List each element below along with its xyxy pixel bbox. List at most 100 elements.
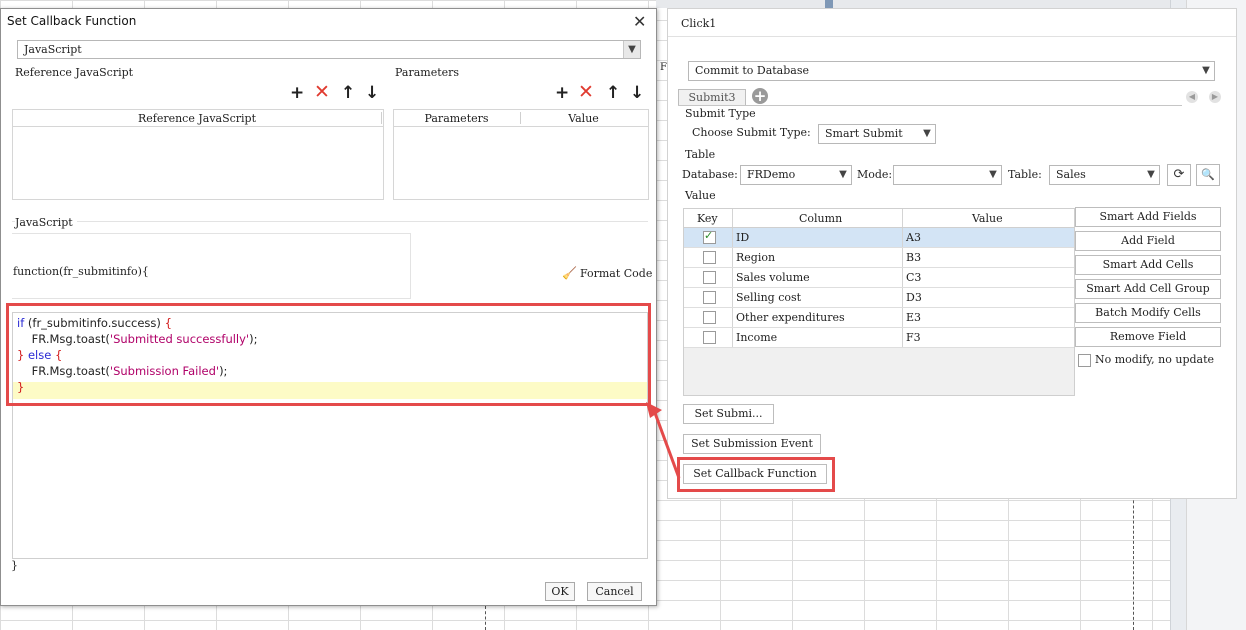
table-row[interactable]: Other expenditures E3 bbox=[684, 308, 1074, 328]
close-icon[interactable]: ✕ bbox=[633, 12, 646, 31]
cancel-button[interactable]: Cancel bbox=[587, 582, 642, 601]
key-checkbox[interactable] bbox=[703, 311, 716, 324]
language-select[interactable]: JavaScript ▼ bbox=[17, 40, 641, 59]
key-checkbox[interactable] bbox=[703, 271, 716, 284]
javascript-section-label: JavaScript bbox=[15, 216, 77, 229]
broom-icon: 🧹 bbox=[562, 266, 577, 280]
smart-add-fields-button[interactable]: Smart Add Fields bbox=[1075, 207, 1221, 227]
function-signature: function(fr_submitinfo){ bbox=[13, 265, 149, 278]
chevron-down-icon[interactable]: ▼ bbox=[1198, 62, 1214, 80]
smart-add-cells-button[interactable]: Smart Add Cells bbox=[1075, 255, 1221, 275]
column-separator bbox=[732, 328, 733, 347]
column-separator bbox=[902, 228, 903, 247]
column-separator bbox=[902, 308, 903, 327]
choose-submit-type-label: Choose Submit Type: bbox=[692, 126, 811, 139]
parameters-table-header: Parameters Value bbox=[394, 110, 648, 127]
table-row[interactable]: Selling cost D3 bbox=[684, 288, 1074, 308]
panel-title: Click1 bbox=[681, 17, 717, 30]
move-up-parameter-icon[interactable]: ↑ bbox=[606, 85, 620, 102]
field-mapping-table[interactable]: Key Column Value ID A3 Region B3 Sales volum… bbox=[683, 208, 1075, 396]
column-separator bbox=[381, 112, 382, 124]
add-parameter-icon[interactable]: + bbox=[555, 85, 569, 102]
column-column-header: Column bbox=[799, 212, 843, 225]
mode-select[interactable]: ▼ bbox=[893, 165, 1002, 185]
background-accent bbox=[825, 0, 833, 8]
chevron-down-icon[interactable]: ▼ bbox=[919, 125, 935, 143]
tab-prev-icon[interactable]: ◀ bbox=[1186, 91, 1198, 103]
refresh-icon[interactable]: ⟳ bbox=[1167, 164, 1191, 186]
value-cell[interactable]: A3 bbox=[906, 231, 921, 244]
code-token: ); bbox=[219, 364, 228, 378]
set-submission-event-button[interactable]: Set Submission Event bbox=[683, 434, 821, 454]
submit-type-value: Smart Submit bbox=[825, 127, 903, 140]
add-field-button[interactable]: Add Field bbox=[1075, 231, 1221, 251]
code-token: { bbox=[164, 316, 172, 330]
set-callback-function-button[interactable]: Set Callback Function bbox=[683, 464, 827, 484]
background-top-strip bbox=[656, 0, 1246, 8]
tab-next-icon[interactable]: ▶ bbox=[1209, 91, 1221, 103]
chevron-down-icon[interactable]: ▼ bbox=[985, 166, 1001, 184]
column-separator bbox=[732, 209, 733, 227]
chevron-down-icon[interactable]: ▼ bbox=[1143, 166, 1159, 184]
column-cell[interactable]: Region bbox=[736, 251, 775, 264]
value-cell[interactable]: C3 bbox=[906, 271, 921, 284]
delete-parameter-icon[interactable]: ✕ bbox=[578, 83, 594, 102]
value-cell[interactable]: E3 bbox=[906, 311, 921, 324]
table-section-label: Table bbox=[685, 148, 716, 161]
submit-type-section-label: Submit Type bbox=[685, 107, 756, 120]
action-type-select[interactable]: Commit to Database ▼ bbox=[688, 61, 1215, 81]
key-checkbox[interactable] bbox=[703, 331, 716, 344]
batch-modify-cells-button[interactable]: Batch Modify Cells bbox=[1075, 303, 1221, 323]
parameters-section-label: Parameters bbox=[395, 66, 460, 79]
callback-dialog: Set Callback Function ✕ JavaScript ▼ Ref… bbox=[0, 8, 657, 606]
table-row[interactable]: Region B3 bbox=[684, 248, 1074, 268]
code-token: FR.Msg.toast( bbox=[17, 332, 110, 346]
chevron-down-icon[interactable]: ▼ bbox=[623, 41, 640, 58]
reference-js-table[interactable]: Reference JavaScript bbox=[12, 109, 384, 200]
column-separator bbox=[732, 288, 733, 307]
value-cell[interactable]: F3 bbox=[906, 331, 921, 344]
column-cell[interactable]: Other expenditures bbox=[736, 311, 845, 324]
value-cell[interactable]: D3 bbox=[906, 291, 922, 304]
add-tab-icon[interactable]: + bbox=[752, 88, 768, 104]
tab-submit3[interactable]: Submit3 bbox=[678, 89, 746, 106]
key-checkbox[interactable] bbox=[703, 229, 716, 244]
table-select[interactable]: Sales ▼ bbox=[1049, 165, 1160, 185]
table-row[interactable]: ID A3 bbox=[684, 228, 1074, 248]
column-cell[interactable]: Selling cost bbox=[736, 291, 801, 304]
move-up-icon[interactable]: ↑ bbox=[341, 85, 355, 102]
code-editor[interactable]: if (fr_submitinfo.success) { FR.Msg.toas… bbox=[12, 312, 648, 559]
add-icon[interactable]: + bbox=[290, 85, 304, 102]
table-row[interactable]: Sales volume C3 bbox=[684, 268, 1074, 288]
table-row[interactable]: Income F3 bbox=[684, 328, 1074, 348]
dialog-title: Set Callback Function bbox=[7, 14, 137, 28]
value-section-label: Value bbox=[685, 189, 716, 202]
format-code-button[interactable]: 🧹 Format Code bbox=[562, 266, 652, 280]
key-checkbox[interactable] bbox=[703, 291, 716, 304]
value-cell[interactable]: B3 bbox=[906, 251, 921, 264]
checkbox[interactable] bbox=[1078, 354, 1091, 367]
key-checkbox[interactable] bbox=[703, 251, 716, 264]
set-submit-button[interactable]: Set Submi... bbox=[683, 404, 774, 424]
parameters-table[interactable]: Parameters Value bbox=[393, 109, 649, 200]
delete-icon[interactable]: ✕ bbox=[314, 83, 330, 102]
move-down-icon[interactable]: ↓ bbox=[365, 85, 379, 102]
move-down-parameter-icon[interactable]: ↓ bbox=[630, 85, 644, 102]
column-cell[interactable]: ID bbox=[736, 231, 749, 244]
database-select[interactable]: FRDemo ▼ bbox=[740, 165, 852, 185]
column-cell[interactable]: Sales volume bbox=[736, 271, 810, 284]
code-token: FR.Msg.toast( bbox=[17, 364, 110, 378]
code-token: } bbox=[17, 380, 25, 394]
column-separator bbox=[732, 308, 733, 327]
remove-field-button[interactable]: Remove Field bbox=[1075, 327, 1221, 347]
preview-icon[interactable]: 🔍 bbox=[1196, 164, 1220, 186]
database-value: FRDemo bbox=[747, 168, 796, 181]
column-cell[interactable]: Income bbox=[736, 331, 777, 344]
ok-button[interactable]: OK bbox=[545, 582, 575, 601]
format-code-label: Format Code bbox=[579, 267, 653, 280]
chevron-down-icon[interactable]: ▼ bbox=[835, 166, 851, 184]
smart-add-cell-group-button[interactable]: Smart Add Cell Group bbox=[1075, 279, 1221, 299]
divider bbox=[668, 36, 1236, 37]
submit-type-select[interactable]: Smart Submit ▼ bbox=[818, 124, 936, 144]
key-column-header: Key bbox=[697, 212, 718, 225]
